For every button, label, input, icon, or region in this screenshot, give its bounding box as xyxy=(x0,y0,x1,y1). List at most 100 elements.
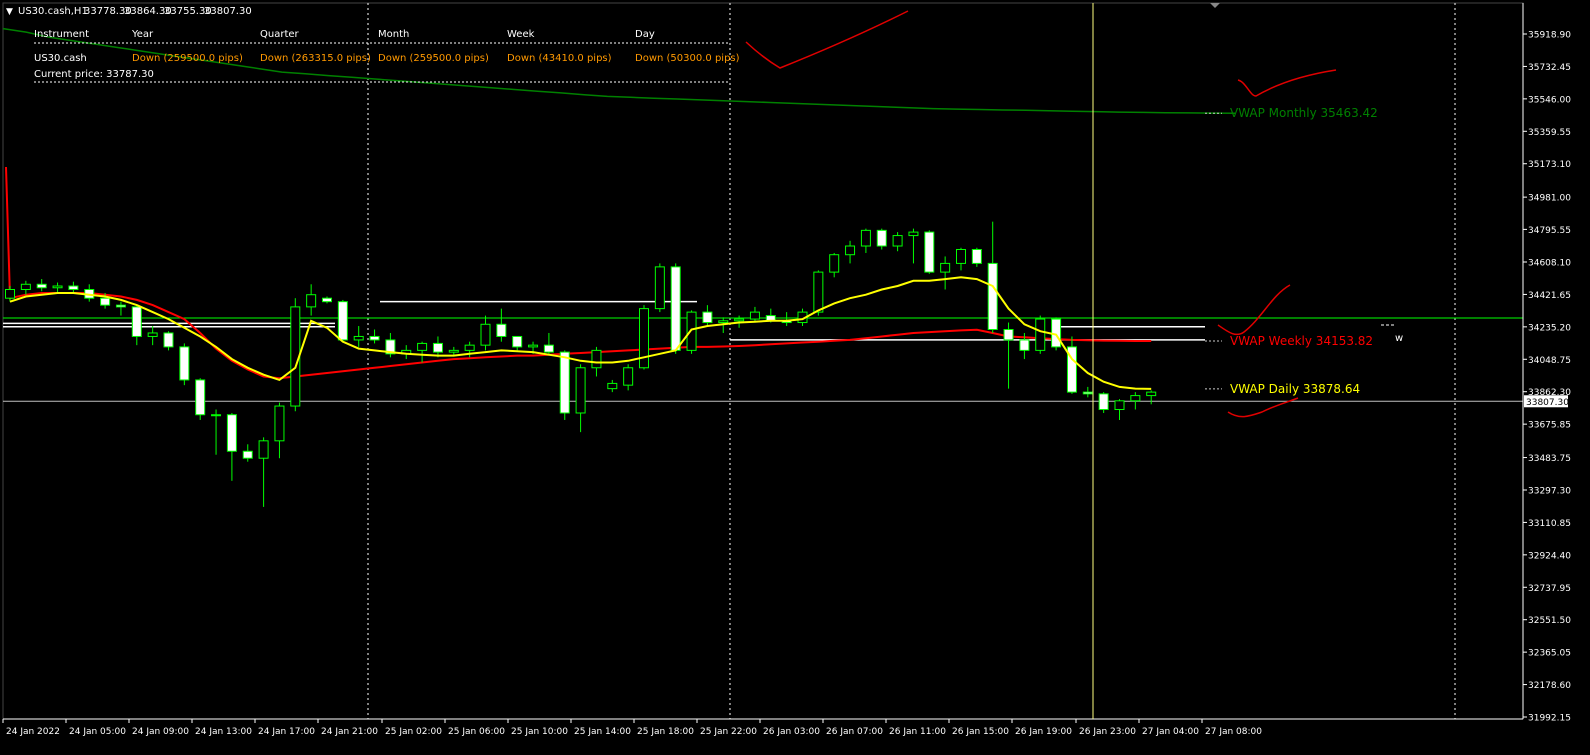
info-instrument: US30.cash xyxy=(34,53,87,64)
price-chart[interactable]: 35918.90 35732.45 35546.00 35359.55 35173.10… xyxy=(0,0,1590,751)
candle-body xyxy=(5,288,15,299)
candle-body xyxy=(829,254,840,273)
candle-body xyxy=(306,294,317,308)
candle-body xyxy=(131,306,142,337)
candle-body xyxy=(337,301,348,341)
candle-body xyxy=(559,351,570,414)
candle-body xyxy=(575,367,586,414)
candle-body xyxy=(1051,318,1062,348)
info-header-year: Year xyxy=(131,29,154,40)
candle-body xyxy=(322,297,332,303)
candle xyxy=(559,350,570,420)
time-tick-label: 25 Jan 10:00 xyxy=(511,727,568,737)
price-tick-label: 34981.00 xyxy=(1528,194,1571,204)
price-tick-label: 34608.10 xyxy=(1528,258,1571,268)
time-tick-label: 26 Jan 23:00 xyxy=(1079,727,1136,737)
candle-body xyxy=(147,332,158,337)
time-tick-label: 24 Jan 21:00 xyxy=(321,727,378,737)
candle-body xyxy=(623,367,634,386)
candle-body xyxy=(1114,400,1125,411)
price-tick-label: 33483.75 xyxy=(1528,454,1571,464)
weekly-marker: w xyxy=(1395,333,1403,344)
candle-body xyxy=(448,349,459,353)
candle-body xyxy=(512,335,523,348)
candle-body xyxy=(908,231,919,237)
candle-body xyxy=(860,229,871,247)
info-header-instrument: Instrument xyxy=(34,29,89,40)
info-header-quarter: Quarter xyxy=(260,29,300,40)
time-tick-label: 26 Jan 03:00 xyxy=(763,727,820,737)
price-tick-label: 34795.55 xyxy=(1528,226,1571,236)
candle-body xyxy=(718,320,729,324)
price-tick-label: 35359.55 xyxy=(1528,128,1571,138)
candle-body xyxy=(1035,318,1046,351)
candle-body xyxy=(432,342,443,353)
time-tick-label: 25 Jan 06:00 xyxy=(448,727,505,737)
time-tick-label: 27 Jan 04:00 xyxy=(1142,727,1199,737)
time-tick-label: 26 Jan 07:00 xyxy=(826,727,883,737)
candle-body xyxy=(892,235,903,247)
candle xyxy=(670,263,681,354)
info-header-week: Week xyxy=(507,29,535,40)
time-tick-label: 25 Jan 18:00 xyxy=(637,727,694,737)
chart-title: US30.cash,H1 xyxy=(18,6,88,17)
candle xyxy=(195,378,206,420)
candle xyxy=(1035,315,1046,354)
price-tick-label: 32737.95 xyxy=(1528,584,1571,594)
candle-body xyxy=(987,262,998,330)
candle-body xyxy=(686,311,697,351)
candle-body xyxy=(845,245,856,256)
time-tick-label: 27 Jan 08:00 xyxy=(1205,727,1262,737)
candle-body xyxy=(702,311,713,324)
candle-body xyxy=(195,379,206,416)
candle-body xyxy=(369,335,380,341)
candle-body xyxy=(480,323,491,346)
time-tick-label: 26 Jan 15:00 xyxy=(952,727,1009,737)
collapse-triangle-icon[interactable]: ▼ xyxy=(6,7,13,17)
chart-window[interactable]: 35918.90 35732.45 35546.00 35359.55 35173.10… xyxy=(0,0,1590,751)
candle xyxy=(876,228,887,250)
candle-body xyxy=(211,414,222,417)
info-current-price: Current price: 33787.30 xyxy=(34,69,154,80)
vwap-label: VWAP Monthly 35463.42 xyxy=(1230,106,1378,120)
candle-body xyxy=(115,304,126,308)
candle-body xyxy=(274,405,285,442)
current-price-badge-label: 33807.30 xyxy=(1526,398,1569,408)
candle-body xyxy=(417,342,428,351)
candle xyxy=(290,298,301,412)
candle-body xyxy=(528,344,539,348)
candle-body xyxy=(464,344,475,351)
candle-body xyxy=(1098,393,1109,411)
candle-body xyxy=(1130,395,1141,402)
info-quarter-value: Down (263315.0 pips) xyxy=(260,53,371,64)
candle xyxy=(639,305,649,370)
vwap-label: VWAP Weekly 34153.82 xyxy=(1230,334,1373,348)
time-tick-label: 26 Jan 19:00 xyxy=(1015,727,1072,737)
price-tick-label: 34421.65 xyxy=(1528,291,1571,301)
price-tick-label: 35918.90 xyxy=(1528,31,1571,41)
info-week-value: Down (43410.0 pips) xyxy=(507,53,612,64)
candle-body xyxy=(20,283,31,290)
price-tick-label: 35732.45 xyxy=(1528,63,1571,73)
candle-body xyxy=(163,332,174,348)
info-year-value: Down (259500.0 pips) xyxy=(132,53,243,64)
time-tick-label: 24 Jan 13:00 xyxy=(195,727,252,737)
candle-body xyxy=(36,283,47,289)
candle-body xyxy=(353,335,364,341)
candle-body xyxy=(242,450,253,459)
candle xyxy=(179,343,190,386)
time-tick-label: 24 Jan 09:00 xyxy=(132,727,189,737)
info-header-month: Month xyxy=(378,29,409,40)
price-tick-label: 33110.85 xyxy=(1528,519,1571,529)
candle-body xyxy=(971,248,982,264)
price-tick-label: 33675.85 xyxy=(1528,421,1571,431)
candle-body xyxy=(654,266,665,310)
price-tick-label: 34048.75 xyxy=(1528,356,1571,366)
candle-body xyxy=(1146,391,1157,397)
time-tick-label: 24 Jan 2022 xyxy=(6,727,60,737)
candle-body xyxy=(1082,391,1093,395)
info-day-value: Down (50300.0 pips) xyxy=(635,53,740,64)
ohlc-close: 33807.30 xyxy=(204,6,252,17)
price-tick-label: 32924.40 xyxy=(1528,551,1571,561)
price-tick-label: 35546.00 xyxy=(1528,95,1571,105)
